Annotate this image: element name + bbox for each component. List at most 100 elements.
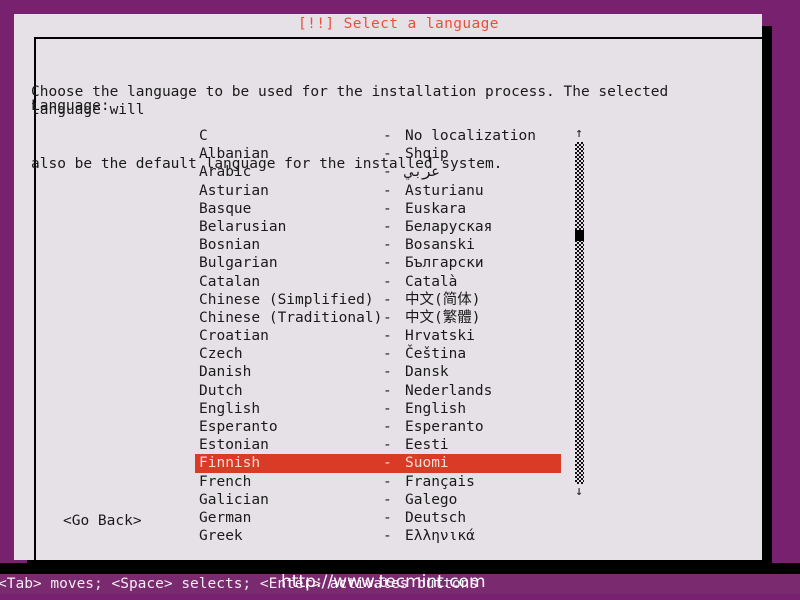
language-name: Bulgarian bbox=[199, 255, 278, 272]
language-name: Chinese (Simplified) bbox=[199, 291, 374, 308]
language-native-name: Suomi bbox=[405, 455, 449, 472]
language-name: Danish bbox=[199, 364, 252, 381]
language-list-item[interactable]: Esperanto - Esperanto bbox=[195, 418, 561, 436]
language-name: Chinese (Traditional) bbox=[199, 309, 383, 326]
watermark-text: http://www.tecmint.com bbox=[281, 572, 486, 592]
language-separator: - bbox=[383, 182, 392, 199]
language-list-item[interactable]: French - Français bbox=[195, 473, 561, 491]
language-native-name: Ελληνικά bbox=[405, 528, 475, 545]
scroll-up-arrow-icon[interactable]: ↑ bbox=[572, 127, 586, 141]
language-separator: - bbox=[383, 255, 392, 272]
language-separator: - bbox=[383, 437, 392, 454]
language-name: French bbox=[199, 473, 252, 490]
language-list-item[interactable]: Arabic - عربي bbox=[195, 163, 561, 181]
language-separator: - bbox=[383, 291, 392, 308]
language-list[interactable]: C - No localization Albanian - Shqip Arabic - عر… bbox=[195, 127, 561, 545]
language-name: Estonian bbox=[199, 437, 269, 454]
dialog-title: [!!] Select a language bbox=[290, 14, 507, 34]
installer-screen: [!!] Select a language Choose the langua… bbox=[0, 0, 800, 600]
scrollbar-thumb[interactable] bbox=[575, 230, 584, 241]
language-separator: - bbox=[383, 346, 392, 363]
language-native-name: Français bbox=[405, 473, 475, 490]
go-back-button[interactable]: <Go Back> bbox=[63, 512, 142, 530]
language-native-name: Esperanto bbox=[405, 419, 484, 435]
language-list-item[interactable]: German - Deutsch bbox=[195, 509, 561, 527]
language-list-item[interactable]: Bosnian - Bosanski bbox=[195, 236, 561, 254]
language-native-name: 中文(简体) bbox=[405, 291, 481, 308]
language-field-label: Language: bbox=[31, 98, 110, 114]
language-name: Czech bbox=[199, 346, 243, 363]
language-separator: - bbox=[383, 164, 392, 181]
language-list-item[interactable]: C - No localization bbox=[195, 127, 561, 145]
language-name: Croatian bbox=[199, 328, 269, 345]
language-native-name: Nederlands bbox=[405, 382, 493, 399]
language-native-name: Galego bbox=[405, 491, 458, 508]
language-separator: - bbox=[383, 328, 392, 345]
language-list-item[interactable]: Bulgarian - Български bbox=[195, 254, 561, 272]
language-list-scrollbar[interactable]: ↑ ↓ bbox=[572, 127, 586, 499]
language-name: C bbox=[199, 128, 208, 144]
language-list-item[interactable]: Chinese (Traditional) - 中文(繁體) bbox=[195, 309, 561, 327]
language-list-item[interactable]: Greek - Ελληνικά bbox=[195, 527, 561, 545]
language-separator: - bbox=[383, 455, 392, 472]
language-native-name: Asturianu bbox=[405, 182, 484, 199]
language-separator: - bbox=[383, 218, 392, 235]
language-name: Esperanto bbox=[199, 419, 278, 435]
language-native-name: Eesti bbox=[405, 437, 449, 454]
language-native-name: Deutsch bbox=[405, 509, 467, 526]
language-list-item[interactable]: Albanian - Shqip bbox=[195, 145, 561, 163]
scrollbar-track[interactable] bbox=[575, 142, 584, 484]
language-name: Finnish bbox=[199, 455, 261, 472]
language-name: Greek bbox=[199, 528, 243, 545]
language-name: English bbox=[199, 400, 261, 417]
language-separator: - bbox=[383, 128, 392, 144]
dialog-title-text: [!!] Select a language bbox=[298, 16, 499, 32]
language-list-item[interactable]: Finnish - Suomi bbox=[195, 454, 561, 473]
language-native-name: Shqip bbox=[405, 146, 449, 163]
language-list-item[interactable]: Catalan - Català bbox=[195, 273, 561, 291]
language-list-item[interactable]: Asturian - Asturianu bbox=[195, 182, 561, 200]
language-separator: - bbox=[383, 146, 392, 163]
language-name: Arabic bbox=[199, 164, 252, 181]
language-name: German bbox=[199, 509, 252, 526]
language-name: Galician bbox=[199, 491, 269, 508]
language-separator: - bbox=[383, 273, 392, 290]
language-native-name: عربي bbox=[405, 164, 440, 181]
language-separator: - bbox=[383, 528, 392, 545]
language-separator: - bbox=[383, 309, 392, 326]
language-list-item[interactable]: Chinese (Simplified) - 中文(简体) bbox=[195, 291, 561, 309]
language-separator: - bbox=[383, 473, 392, 490]
language-list-item[interactable]: Galician - Galego bbox=[195, 491, 561, 509]
language-native-name: Euskara bbox=[405, 200, 467, 217]
language-list-item[interactable]: Czech - Čeština bbox=[195, 345, 561, 363]
language-list-item[interactable]: Danish - Dansk bbox=[195, 363, 561, 381]
language-native-name: No localization bbox=[405, 128, 536, 144]
language-separator: - bbox=[383, 400, 392, 417]
language-native-name: Беларуская bbox=[405, 218, 493, 235]
language-name: Dutch bbox=[199, 382, 243, 399]
language-native-name: Bosanski bbox=[405, 237, 475, 254]
language-name: Basque bbox=[199, 200, 252, 217]
language-native-name: English bbox=[405, 400, 467, 417]
language-list-item[interactable]: Belarusian - Беларуская bbox=[195, 218, 561, 236]
language-list-item[interactable]: Estonian - Eesti bbox=[195, 436, 561, 454]
language-list-item[interactable]: Basque - Euskara bbox=[195, 200, 561, 218]
description-line-1: Choose the language to be used for the i… bbox=[31, 84, 678, 118]
language-name: Catalan bbox=[199, 273, 261, 290]
language-native-name: Čeština bbox=[405, 346, 467, 363]
language-name: Asturian bbox=[199, 182, 269, 199]
language-separator: - bbox=[383, 364, 392, 381]
scroll-down-arrow-icon[interactable]: ↓ bbox=[572, 485, 586, 499]
language-list-item[interactable]: Croatian - Hrvatski bbox=[195, 327, 561, 345]
language-separator: - bbox=[383, 509, 392, 526]
language-list-item[interactable]: Dutch - Nederlands bbox=[195, 382, 561, 400]
language-native-name: Hrvatski bbox=[405, 328, 475, 345]
language-name: Albanian bbox=[199, 146, 269, 163]
language-native-name: Dansk bbox=[405, 364, 449, 381]
language-separator: - bbox=[383, 237, 392, 254]
language-separator: - bbox=[383, 491, 392, 508]
language-separator: - bbox=[383, 200, 392, 217]
language-native-name: Català bbox=[405, 273, 458, 290]
language-list-item[interactable]: English - English bbox=[195, 400, 561, 418]
language-name: Belarusian bbox=[199, 218, 287, 235]
